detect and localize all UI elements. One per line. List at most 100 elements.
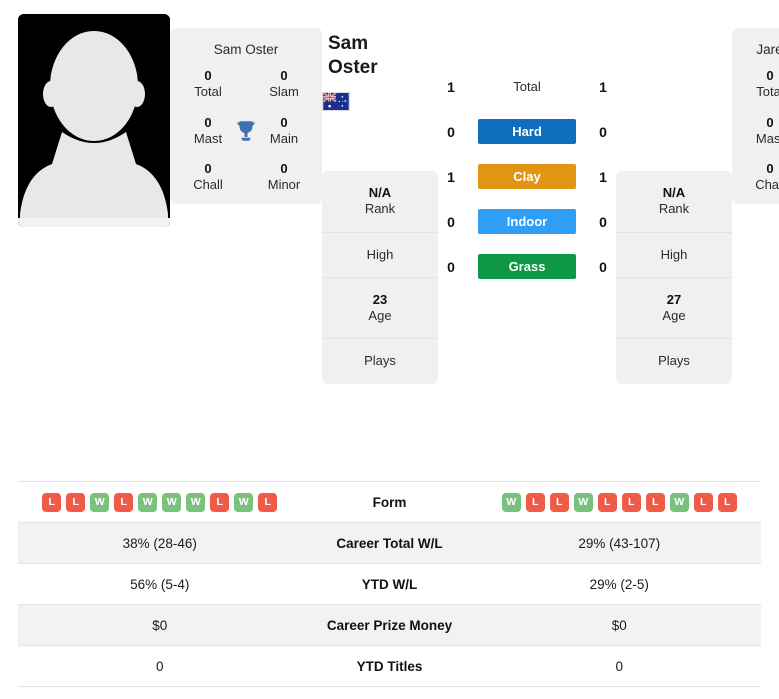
h2h-indoor-right-score: 0 (599, 213, 607, 230)
form-badge-l[interactable]: L (693, 492, 713, 512)
left-titles-card: Sam Oster 0 Total 0 Slam 0 Mast 0 Main 0… (170, 28, 322, 204)
right-age-label: Age (662, 308, 686, 323)
left-title-minor-value: 0 (280, 161, 288, 177)
form-badge-l[interactable]: L (525, 492, 545, 512)
left-title-chall-label: Chall (193, 177, 223, 193)
form-badge-l[interactable]: L (645, 492, 665, 512)
right-plays-label: Plays (658, 353, 690, 369)
h2h-surface-hard-badge[interactable]: Hard (478, 119, 576, 144)
form-badge-w[interactable]: W (669, 492, 689, 512)
right-title-total-value: 0 (766, 68, 774, 84)
left-ytd-titles: 0 (155, 658, 164, 674)
right-titles-grid: 0 Total 0 Slam 0 Mast 0 Main 0 Chall (732, 68, 779, 194)
left-title-minor: 0 Minor (246, 161, 322, 194)
left-info-card: N/A Rank High 23 Age Plays (322, 171, 438, 384)
form-badge-w[interactable]: W (138, 492, 158, 512)
left-plays-label: Plays (364, 353, 396, 369)
comparison-header: Sam Oster 0 Total 0 Slam 0 Mast 0 Main 0… (0, 0, 779, 384)
h2h-total-left-score: 1 (447, 78, 455, 95)
left-rank-section: N/A Rank (322, 171, 438, 233)
right-title-mast-value: 0 (766, 114, 774, 130)
stat-row-form: LLWLWWWLWL Form WLLWLLLWLL (18, 482, 761, 523)
right-title-chall-label: Chall (755, 177, 779, 193)
form-badge-w[interactable]: W (573, 492, 593, 512)
right-titles-player-name: Jared Thompkins (756, 42, 779, 57)
h2h-total-right-score: 1 (599, 78, 607, 95)
right-form-badges: WLLWLLLWLL (478, 492, 762, 512)
h2h-grass-left-score: 0 (447, 258, 455, 275)
right-title-mast-label: Mast (755, 130, 779, 146)
head-to-head-column: 1 Total 1 0 Hard 0 1 Clay 1 0 Indoor 0 0 (438, 14, 616, 279)
left-titles-player-name: Sam Oster (213, 42, 279, 57)
h2h-indoor-left-score: 0 (447, 213, 455, 230)
right-title-total-label: Total (756, 84, 779, 100)
right-title-mast: 0 Mast (732, 115, 779, 148)
stat-label-ytd-wl: YTD W/L (361, 576, 418, 592)
right-rank-label: Rank (658, 201, 690, 217)
left-title-chall-value: 0 (204, 161, 212, 177)
stat-row-ytd-titles: 0 YTD Titles 0 (18, 646, 761, 687)
left-title-minor-label: Minor (267, 177, 301, 193)
form-badge-w[interactable]: W (501, 492, 521, 512)
right-career-total-wl: 29% (43-107) (578, 535, 661, 551)
comparison-stats-table: LLWLWWWLWL Form WLLWLLLWLL 38% (28-46) C… (18, 481, 761, 687)
h2h-surface-indoor-badge[interactable]: Indoor (478, 209, 576, 234)
left-title-total-value: 0 (204, 68, 212, 84)
right-info-card: N/A Rank High 27 Age Plays (616, 171, 732, 384)
h2h-surface-grass-badge[interactable]: Grass (478, 254, 576, 279)
left-title-slam-value: 0 (280, 68, 288, 84)
left-player-photo (18, 14, 170, 227)
form-badge-l[interactable]: L (549, 492, 569, 512)
form-badge-l[interactable]: L (66, 492, 86, 512)
stat-row-career-total-wl: 38% (28-46) Career Total W/L 29% (43-107… (18, 523, 761, 564)
left-title-slam: 0 Slam (246, 68, 322, 101)
h2h-clay-left-score: 1 (447, 168, 455, 185)
form-badge-l[interactable]: L (621, 492, 641, 512)
right-high-label: High (660, 246, 688, 262)
h2h-row-clay: 1 Clay 1 (438, 164, 616, 189)
left-title-total-label: Total (194, 84, 222, 100)
left-titles-grid: 0 Total 0 Slam 0 Mast 0 Main 0 Chall 0 M… (170, 68, 322, 194)
left-age-label: Age (368, 308, 392, 323)
au-flag-icon (322, 91, 350, 111)
stat-row-ytd-wl: 56% (5-4) YTD W/L 29% (2-5) (18, 564, 761, 605)
left-age-section: 23 Age (322, 278, 438, 340)
stat-row-career-prize-money: $0 Career Prize Money $0 (18, 605, 761, 646)
right-age-section: 27 Age (616, 278, 732, 340)
right-rank-section: N/A Rank (616, 171, 732, 233)
form-badge-w[interactable]: W (186, 492, 206, 512)
player-comparison-page: Sam Oster 0 Total 0 Slam 0 Mast 0 Main 0… (0, 0, 779, 699)
h2h-surface-clay-badge[interactable]: Clay (478, 164, 576, 189)
left-rank-value: N/A (368, 185, 392, 200)
form-badge-l[interactable]: L (114, 492, 134, 512)
form-badge-w[interactable]: W (90, 492, 110, 512)
form-badge-l[interactable]: L (210, 492, 230, 512)
h2h-grass-right-score: 0 (599, 258, 607, 275)
left-title-slam-label: Slam (269, 84, 299, 100)
form-badge-l[interactable]: L (717, 492, 737, 512)
form-badge-w[interactable]: W (234, 492, 254, 512)
right-ytd-wl: 29% (2-5) (589, 576, 649, 592)
h2h-surface-total-label: Total (513, 79, 541, 94)
left-form-badges: LLWLWWWLWL (18, 492, 302, 512)
left-plays-section: Plays (322, 339, 438, 383)
form-badge-l[interactable]: L (597, 492, 617, 512)
left-title-total: 0 Total (170, 68, 246, 101)
right-title-chall: 0 Chall (732, 161, 779, 194)
h2h-clay-right-score: 1 (599, 168, 607, 185)
left-ytd-wl: 56% (5-4) (130, 576, 190, 592)
right-rank-value: N/A (662, 185, 686, 200)
form-badge-l[interactable]: L (42, 492, 62, 512)
h2h-row-hard: 0 Hard 0 (438, 119, 616, 144)
right-age-value: 27 (666, 291, 682, 307)
h2h-row-total: 1 Total 1 (438, 74, 616, 99)
right-career-prize-money: $0 (611, 617, 627, 633)
form-badge-l[interactable]: L (258, 492, 278, 512)
left-title-chall: 0 Chall (170, 161, 246, 194)
left-career-prize-money: $0 (152, 617, 168, 633)
h2h-hard-left-score: 0 (447, 123, 455, 140)
h2h-row-indoor: 0 Indoor 0 (438, 209, 616, 234)
h2h-row-grass: 0 Grass 0 (438, 254, 616, 279)
stat-label-ytd-titles: YTD Titles (356, 658, 423, 674)
form-badge-w[interactable]: W (162, 492, 182, 512)
